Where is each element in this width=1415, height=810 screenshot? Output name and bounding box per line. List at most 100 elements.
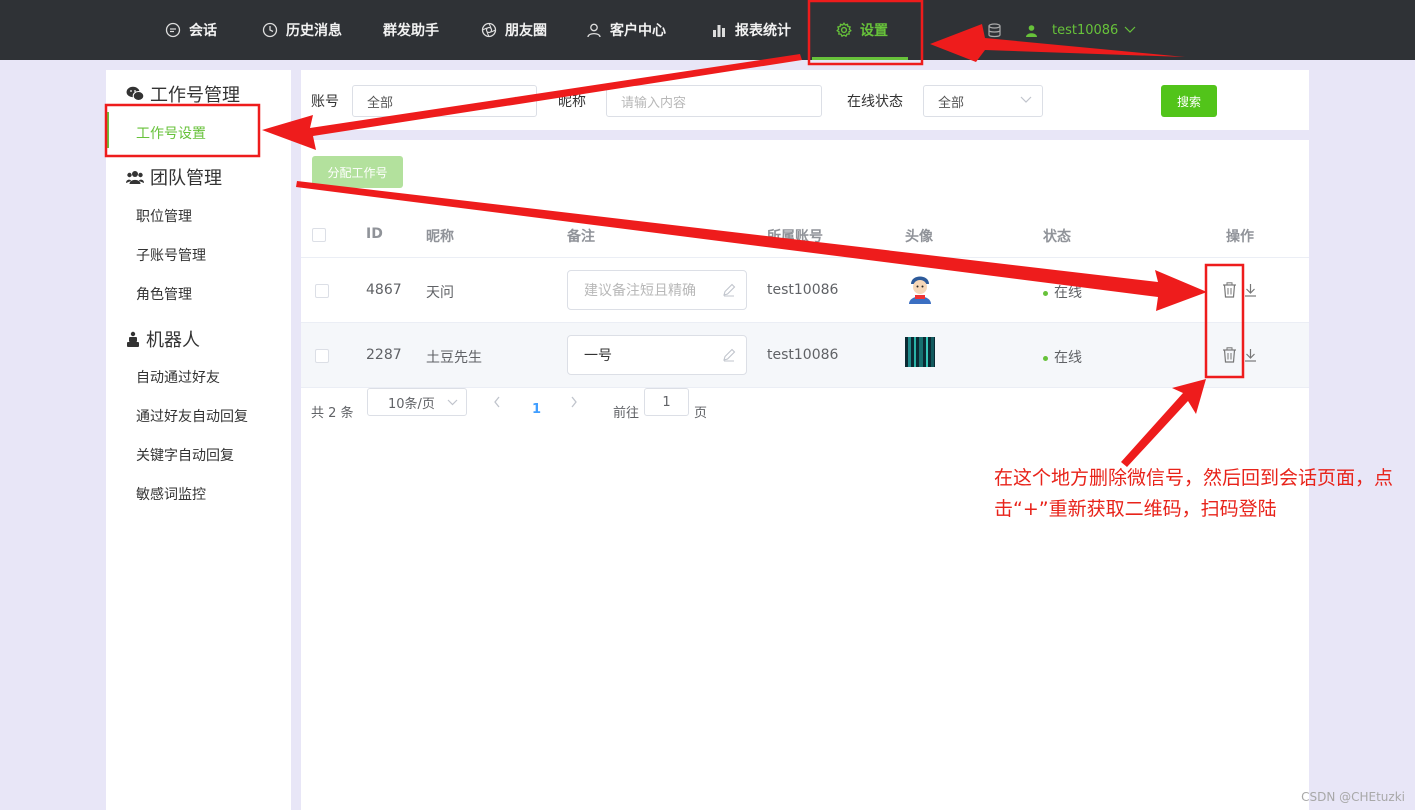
status-text: 在线: [1054, 285, 1082, 301]
nav-label: 客户中心: [610, 23, 666, 39]
sidebar-item-subaccounts[interactable]: 子账号管理: [136, 245, 206, 265]
nav-item-customers[interactable]: 客户中心: [586, 0, 666, 60]
column-header-account: 所属账号: [767, 229, 823, 245]
wechat-icon: [126, 86, 144, 101]
search-button[interactable]: 搜索: [1161, 85, 1217, 117]
download-icon[interactable]: [1244, 283, 1257, 297]
chevron-down-icon: [514, 96, 526, 103]
sidebar-item-accept-reply[interactable]: 通过好友自动回复: [136, 406, 248, 426]
sidebar-group-robot[interactable]: 机器人: [126, 326, 200, 352]
filter-bar: 账号 全部 昵称 请输入内容 在线状态 全部 搜索: [301, 70, 1309, 130]
username: test10086: [1052, 22, 1119, 38]
current-page[interactable]: 1: [532, 402, 541, 417]
bar-chart-icon: [713, 25, 725, 37]
robot-icon: [127, 331, 139, 347]
prev-page-icon[interactable]: [493, 396, 501, 408]
note-value: 一号: [584, 348, 612, 364]
column-header-note: 备注: [567, 229, 595, 245]
account-label: 账号: [311, 94, 339, 110]
active-tab-underline: [812, 57, 908, 60]
page-size-select[interactable]: 10条/页: [367, 388, 467, 416]
sidebar-group-team[interactable]: 团队管理: [126, 164, 222, 190]
row-checkbox[interactable]: [315, 349, 329, 363]
chat-icon: [165, 22, 181, 38]
nav-item-chat[interactable]: 会话: [165, 0, 217, 60]
chevron-down-icon: [1124, 26, 1136, 33]
nav-item-history[interactable]: 历史消息: [262, 0, 342, 60]
status-label: 在线状态: [847, 94, 903, 110]
table-row: 2287 土豆先生 一号 test10086 在线: [301, 323, 1309, 388]
user-menu[interactable]: test10086: [1025, 0, 1144, 60]
goto-page-input[interactable]: 1: [644, 388, 689, 416]
column-header-status: 状态: [1043, 229, 1071, 245]
account-select-value: 全部: [367, 95, 394, 111]
chevron-down-icon: [447, 399, 458, 406]
sidebar-item-auto-accept[interactable]: 自动通过好友: [136, 367, 220, 387]
avatar: [905, 337, 935, 367]
page-size-value: 10条/页: [388, 396, 435, 412]
trash-icon[interactable]: [1222, 282, 1237, 298]
sidebar-group-workno[interactable]: 工作号管理: [126, 81, 240, 107]
status-text: 在线: [1054, 350, 1082, 366]
nickname-input[interactable]: 请输入内容: [606, 85, 822, 117]
nav-label: 设置: [860, 23, 888, 39]
online-dot: [1043, 290, 1048, 296]
nav-item-broadcast[interactable]: 群发助手: [383, 0, 439, 60]
sidebar-group-title: 工作号管理: [150, 85, 240, 106]
status-select[interactable]: 全部: [923, 85, 1043, 117]
nav-label: 报表统计: [735, 23, 791, 39]
sidebar-item-keyword-reply[interactable]: 关键字自动回复: [136, 445, 234, 465]
gear-icon: [836, 22, 852, 38]
team-icon: [126, 171, 144, 184]
annotation-caption: 在这个地方删除微信号，然后回到会话页面，点击“+”重新获取二维码，扫码登陆: [994, 467, 1394, 520]
edit-icon: [723, 283, 736, 297]
cell-nickname: 天问: [426, 285, 454, 301]
nav-label: 会话: [189, 23, 217, 39]
column-header-id: ID: [366, 226, 383, 242]
download-icon[interactable]: [1244, 348, 1257, 362]
status-online: 在线: [1043, 282, 1082, 302]
cell-account: test10086: [767, 282, 839, 298]
sidebar-item-positions[interactable]: 职位管理: [136, 206, 192, 226]
column-header-actions: 操作: [1226, 229, 1254, 245]
select-all-checkbox[interactable]: [312, 228, 326, 242]
nav-label: 历史消息: [286, 23, 342, 39]
nav-label: 朋友圈: [505, 23, 547, 39]
user-icon: [587, 23, 601, 38]
nickname-label: 昵称: [558, 94, 586, 110]
active-item-indicator: [106, 112, 109, 148]
status-select-value: 全部: [938, 95, 965, 111]
watermark: CSDN @CHEtuzki: [1301, 790, 1405, 804]
clock-icon: [262, 22, 278, 38]
cell-nickname: 土豆先生: [426, 350, 482, 366]
note-input[interactable]: 一号: [567, 335, 747, 375]
nav-label: 群发助手: [383, 23, 439, 39]
note-input[interactable]: 建议备注短且精确: [567, 270, 747, 310]
page-unit-label: 页: [694, 406, 708, 421]
trash-icon[interactable]: [1222, 347, 1237, 363]
account-select[interactable]: 全部: [352, 85, 537, 117]
sidebar-item-workno-settings[interactable]: 工作号设置: [136, 123, 206, 143]
nav-item-reports[interactable]: 报表统计: [711, 0, 791, 60]
cell-account: test10086: [767, 347, 839, 363]
assign-workno-button[interactable]: 分配工作号: [312, 156, 403, 188]
online-dot: [1043, 355, 1048, 361]
next-page-icon[interactable]: [570, 396, 578, 408]
column-header-nickname: 昵称: [426, 229, 454, 245]
sidebar-item-roles[interactable]: 角色管理: [136, 284, 192, 304]
chevron-down-icon: [1020, 96, 1032, 103]
nav-item-moments[interactable]: 朋友圈: [481, 0, 547, 60]
sidebar-item-sensitive-words[interactable]: 敏感词监控: [136, 484, 206, 504]
avatar: [905, 272, 935, 304]
status-online: 在线: [1043, 347, 1082, 367]
row-checkbox[interactable]: [315, 284, 329, 298]
note-placeholder: 建议备注短且精确: [584, 283, 696, 299]
database-icon[interactable]: [987, 23, 1002, 38]
aperture-icon: [481, 22, 497, 38]
top-navigation-bar: 会话 历史消息 群发助手 朋友圈 客户中心 报表统计 设置 test10086: [0, 0, 1415, 60]
nav-item-settings[interactable]: 设置: [836, 0, 888, 60]
edit-icon: [723, 348, 736, 362]
cell-id: 2287: [366, 347, 402, 363]
table-row: 4867 天问 建议备注短且精确 test10086 在线: [301, 258, 1309, 323]
goto-label: 前往: [613, 406, 640, 421]
